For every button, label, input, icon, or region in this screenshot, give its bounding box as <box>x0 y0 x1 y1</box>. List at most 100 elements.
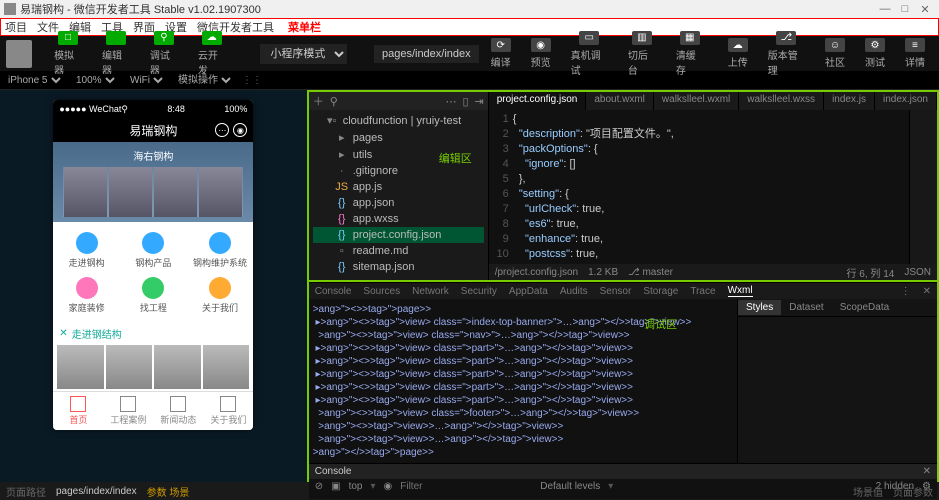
app-header: 易瑞钢构 ⋯◉ <box>53 118 253 142</box>
toolbar-button[interactable]: ⚙测试 <box>857 36 893 71</box>
console-scope[interactable]: top <box>349 481 363 492</box>
maximize-button[interactable]: □ <box>895 3 915 15</box>
styles-tab[interactable]: Dataset <box>781 300 831 315</box>
add-file-icon[interactable]: ＋ <box>313 93 324 109</box>
console-clear-icon[interactable]: ⊘ <box>315 481 323 492</box>
menu-item[interactable]: 项目 <box>5 19 27 35</box>
status-branch[interactable]: ⎇ master <box>628 267 673 278</box>
editor-tab[interactable]: walkslleel.wxml <box>654 92 739 110</box>
footer-scene[interactable]: 场景值 <box>853 484 883 499</box>
toolbar-button[interactable]: ▦清缓存 <box>668 29 712 79</box>
mode-select[interactable]: 小程序模式 <box>260 44 347 64</box>
wxml-tree[interactable]: 调试区 >ang>"><>>tag>">page>> ▸>ang>"><>>ta… <box>309 299 737 463</box>
devtools-tab[interactable]: Console <box>315 286 352 297</box>
devtools-tab[interactable]: Network <box>412 286 449 297</box>
minimize-button[interactable]: — <box>875 3 895 15</box>
file-node[interactable]: ▸pages <box>313 129 484 146</box>
capsule-close-icon[interactable]: ◉ <box>233 123 247 137</box>
toolbar-button[interactable]: ▥切后台 <box>620 29 664 79</box>
zoom-select[interactable]: 100% <box>72 74 118 87</box>
devtools-close-icon[interactable]: ✕ <box>923 286 931 297</box>
file-node[interactable]: {}app.json <box>313 195 484 211</box>
tabbar-item[interactable]: 首页 <box>53 396 103 426</box>
debug-annotation: 调试区 <box>644 319 677 332</box>
footer-params[interactable]: 参数 场景 <box>147 484 190 499</box>
folder-root[interactable]: ▾▫cloudfunction | yruiy-test <box>313 112 484 129</box>
devtools-more-icon[interactable]: ⋮ <box>901 286 911 297</box>
console-close-icon[interactable]: ✕ <box>923 466 931 477</box>
toolbar-button[interactable]: ⎇版本管理 <box>760 29 813 79</box>
toolbar-button[interactable]: 编辑器 <box>94 29 138 79</box>
collapse-icon[interactable]: ⇥ <box>475 95 484 108</box>
styles-tab[interactable]: ScopeData <box>832 300 897 315</box>
minimap[interactable] <box>909 110 937 264</box>
toolbar-button[interactable]: ☁云开发 <box>190 29 234 79</box>
styles-tab[interactable]: Styles <box>738 300 781 315</box>
nav-grid-item[interactable]: 钢构维护系统 <box>187 228 254 273</box>
tabbar-item[interactable]: 工程案例 <box>103 396 153 426</box>
devtools-tab[interactable]: Trace <box>690 286 715 297</box>
console-level[interactable]: Default levels <box>540 481 600 492</box>
user-avatar[interactable] <box>6 40 32 68</box>
console-filter-input[interactable] <box>400 481 532 492</box>
tabbar-item[interactable]: 关于我们 <box>203 396 253 426</box>
toolbar-button[interactable]: □模拟器 <box>46 29 90 79</box>
file-node[interactable]: {}project.config.json <box>313 227 484 243</box>
sim-select[interactable]: 模拟操作 <box>174 74 234 87</box>
devtools-tab[interactable]: Sensor <box>600 286 632 297</box>
file-node[interactable]: {}sitemap.json <box>313 259 484 275</box>
code-area[interactable]: 1234567891011 { "description": "项目配置文件。"… <box>489 110 937 264</box>
nav-grid-item[interactable]: 钢构产品 <box>120 228 187 273</box>
banner[interactable]: 海右钢构 <box>53 142 253 222</box>
console-context-icon[interactable]: ▣ <box>331 481 340 492</box>
toolbar-button[interactable]: ◉预览 <box>523 36 559 71</box>
device-select[interactable]: iPhone 5 <box>4 74 64 87</box>
nav-grid-item[interactable]: 关于我们 <box>187 273 254 318</box>
phone-statusbar: ●●●●● WeChat⚲ 8:48 100% <box>53 100 253 118</box>
toolbar-button[interactable]: ⟳编译 <box>483 36 519 71</box>
console-title: Console <box>315 466 352 477</box>
footer-pageparams[interactable]: 页面参数 <box>893 484 933 499</box>
editor-tab[interactable]: project.config.json <box>489 92 587 110</box>
file-node[interactable]: {}app.wxss <box>313 211 484 227</box>
nav-grid-item[interactable]: 走进钢构 <box>53 228 120 273</box>
editor-tab[interactable]: about.wxml <box>586 92 654 110</box>
more-icon[interactable]: ⋯ <box>445 95 456 108</box>
file-explorer: ＋⚲⋯▯⇥ 编辑区 ▾▫cloudfunction | yruiy-test ▸… <box>309 92 489 280</box>
devtools-tabs: Console Sources Network Security AppData Audi… <box>309 283 937 299</box>
sim-action-icon[interactable]: ⋮⋮ <box>242 75 262 86</box>
eye-icon[interactable]: ◉ <box>384 481 393 492</box>
split-icon[interactable]: ▯ <box>462 95 468 108</box>
phone-frame: ●●●●● WeChat⚲ 8:48 100% 易瑞钢构 ⋯◉ 海右钢构 走进钢… <box>53 100 253 430</box>
devtools-tab[interactable]: Audits <box>560 286 588 297</box>
status-lang[interactable]: JSON <box>904 267 931 278</box>
thumbnail-row[interactable] <box>53 343 253 391</box>
simulator-pane: ●●●●● WeChat⚲ 8:48 100% 易瑞钢构 ⋯◉ 海右钢构 走进钢… <box>0 90 307 482</box>
page-path-select[interactable]: pages/index/index <box>374 45 479 63</box>
footer-path[interactable]: pages/index/index <box>56 486 137 497</box>
toolbar-button[interactable]: ▭真机调试 <box>563 29 616 79</box>
editor-tab[interactable]: index.json <box>875 92 937 110</box>
debugger-pane: Console Sources Network Security AppData Audi… <box>309 282 937 499</box>
devtools-tab[interactable]: AppData <box>509 286 548 297</box>
toolbar-button[interactable]: ⚲调试器 <box>142 29 186 79</box>
capsule-menu-icon[interactable]: ⋯ <box>215 123 229 137</box>
editor-tab[interactable]: index.js <box>824 92 875 110</box>
devtools-tab[interactable]: Sources <box>363 286 400 297</box>
devtools-tab[interactable]: Wxml <box>728 285 753 297</box>
editor-tab[interactable]: walkslleel.wxss <box>739 92 824 110</box>
devtools-tab[interactable]: Security <box>461 286 497 297</box>
nav-grid-item[interactable]: 家庭装修 <box>53 273 120 318</box>
nav-grid-item[interactable]: 找工程 <box>120 273 187 318</box>
toolbar-button[interactable]: ☺社区 <box>817 36 853 71</box>
file-node[interactable]: JSapp.js <box>313 179 484 195</box>
file-node[interactable]: ▫readme.md <box>313 243 484 259</box>
toolbar-button[interactable]: ≡详情 <box>897 36 933 71</box>
close-button[interactable]: ✕ <box>915 3 935 16</box>
section-strip[interactable]: ✕走进钢结构 <box>53 324 253 343</box>
devtools-tab[interactable]: Storage <box>643 286 678 297</box>
search-icon[interactable]: ⚲ <box>330 95 338 108</box>
toolbar-button[interactable]: ☁上传 <box>720 36 756 71</box>
tabbar-item[interactable]: 新闻动态 <box>153 396 203 426</box>
network-select[interactable]: WiFi <box>126 74 166 87</box>
